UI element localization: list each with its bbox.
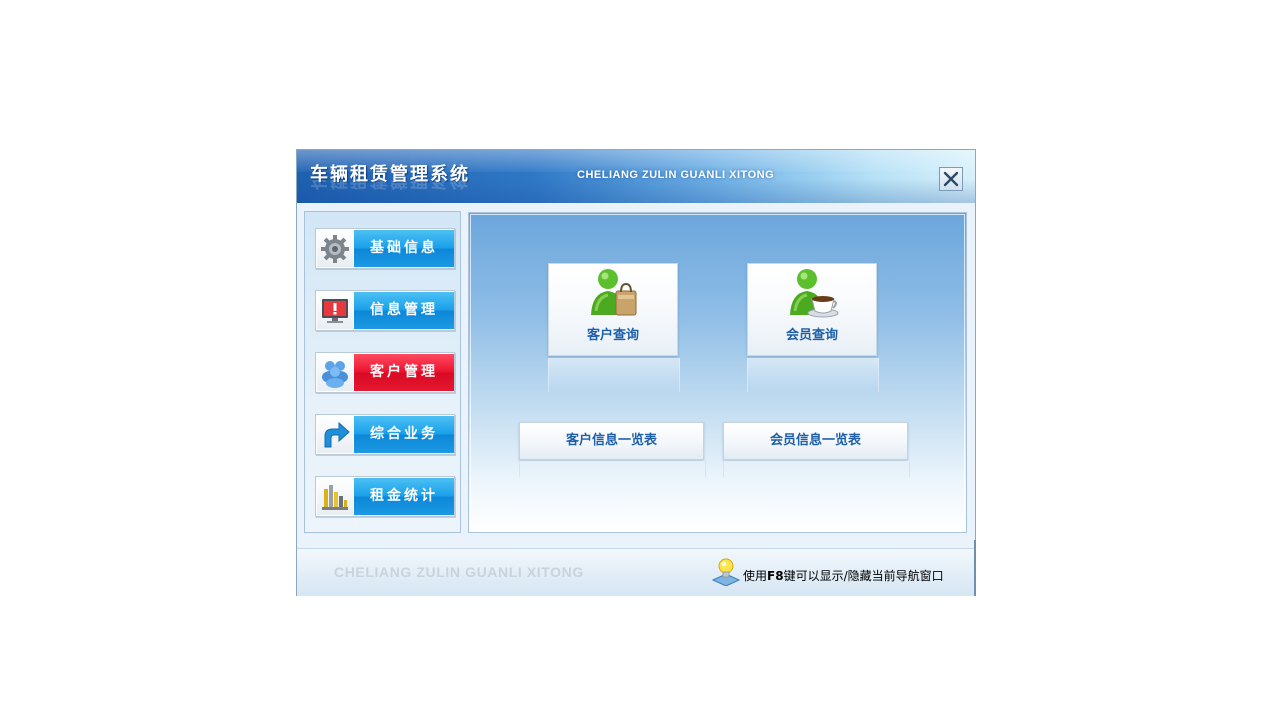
- monitor-alert-icon: [322, 299, 348, 323]
- member-list-button[interactable]: 会员信息一览表: [723, 422, 908, 460]
- close-button[interactable]: [939, 167, 963, 191]
- hint-text: 使用F8键可以显示/隐藏当前导航窗口: [743, 569, 944, 583]
- tile-reflection: [548, 358, 680, 392]
- close-icon: [943, 171, 959, 187]
- customer-list-button[interactable]: 客户信息一览表: [519, 422, 704, 460]
- nav-item-customer-management[interactable]: 客户管理: [315, 352, 455, 393]
- button-reflection: [519, 461, 706, 477]
- lightbulb-icon: [711, 558, 741, 586]
- customer-query-tile[interactable]: 客户查询: [548, 263, 678, 356]
- member-query-tile[interactable]: 会员查询: [747, 263, 877, 356]
- nav-item-rent-stats[interactable]: 租金统计: [315, 476, 455, 517]
- nav-item-label: 客户管理: [354, 354, 454, 391]
- tile-label: 会员查询: [785, 328, 838, 343]
- users-icon: [322, 361, 348, 388]
- nav-item-business[interactable]: 综合业务: [315, 414, 455, 455]
- app-title-reflection: 车辆租赁管理系统: [310, 180, 470, 194]
- hint-key: F8: [767, 569, 784, 583]
- window-edge: [974, 540, 976, 596]
- user-shopping-bag-icon: [591, 269, 637, 316]
- nav-item-label: 基础信息: [354, 230, 454, 267]
- arrow-turn-icon: [324, 421, 350, 448]
- button-reflection: [723, 461, 910, 477]
- user-coffee-cup-icon: [790, 269, 839, 318]
- main-panel: 客户查询 会员查询 客户信息一览表 会员信息一览表: [468, 212, 967, 533]
- nav-item-basic-info[interactable]: 基础信息: [315, 228, 455, 269]
- nav-item-label: 信息管理: [354, 292, 454, 329]
- sidebar-nav: 基础信息 信息管理 客户管理 综合业务 租金统计: [304, 211, 461, 533]
- nav-item-label: 租金统计: [354, 478, 454, 515]
- footer-brand: CHELIANG ZULIN GUANLI XITONG: [334, 564, 584, 580]
- nav-item-info-management[interactable]: 信息管理: [315, 290, 455, 331]
- app-window: 车辆租赁管理系统 车辆租赁管理系统 CHELIANG ZULIN GUANLI …: [296, 149, 976, 596]
- title-bar: 车辆租赁管理系统 车辆租赁管理系统 CHELIANG ZULIN GUANLI …: [297, 150, 975, 203]
- status-footer: CHELIANG ZULIN GUANLI XITONG 使用F8键可以显示/隐…: [297, 548, 975, 596]
- gear-icon: [321, 235, 349, 263]
- tile-label: 客户查询: [586, 328, 639, 343]
- nav-item-label: 综合业务: [354, 416, 454, 453]
- app-subtitle: CHELIANG ZULIN GUANLI XITONG: [577, 169, 775, 181]
- bar-chart-icon: [322, 485, 348, 510]
- tile-reflection: [747, 358, 879, 392]
